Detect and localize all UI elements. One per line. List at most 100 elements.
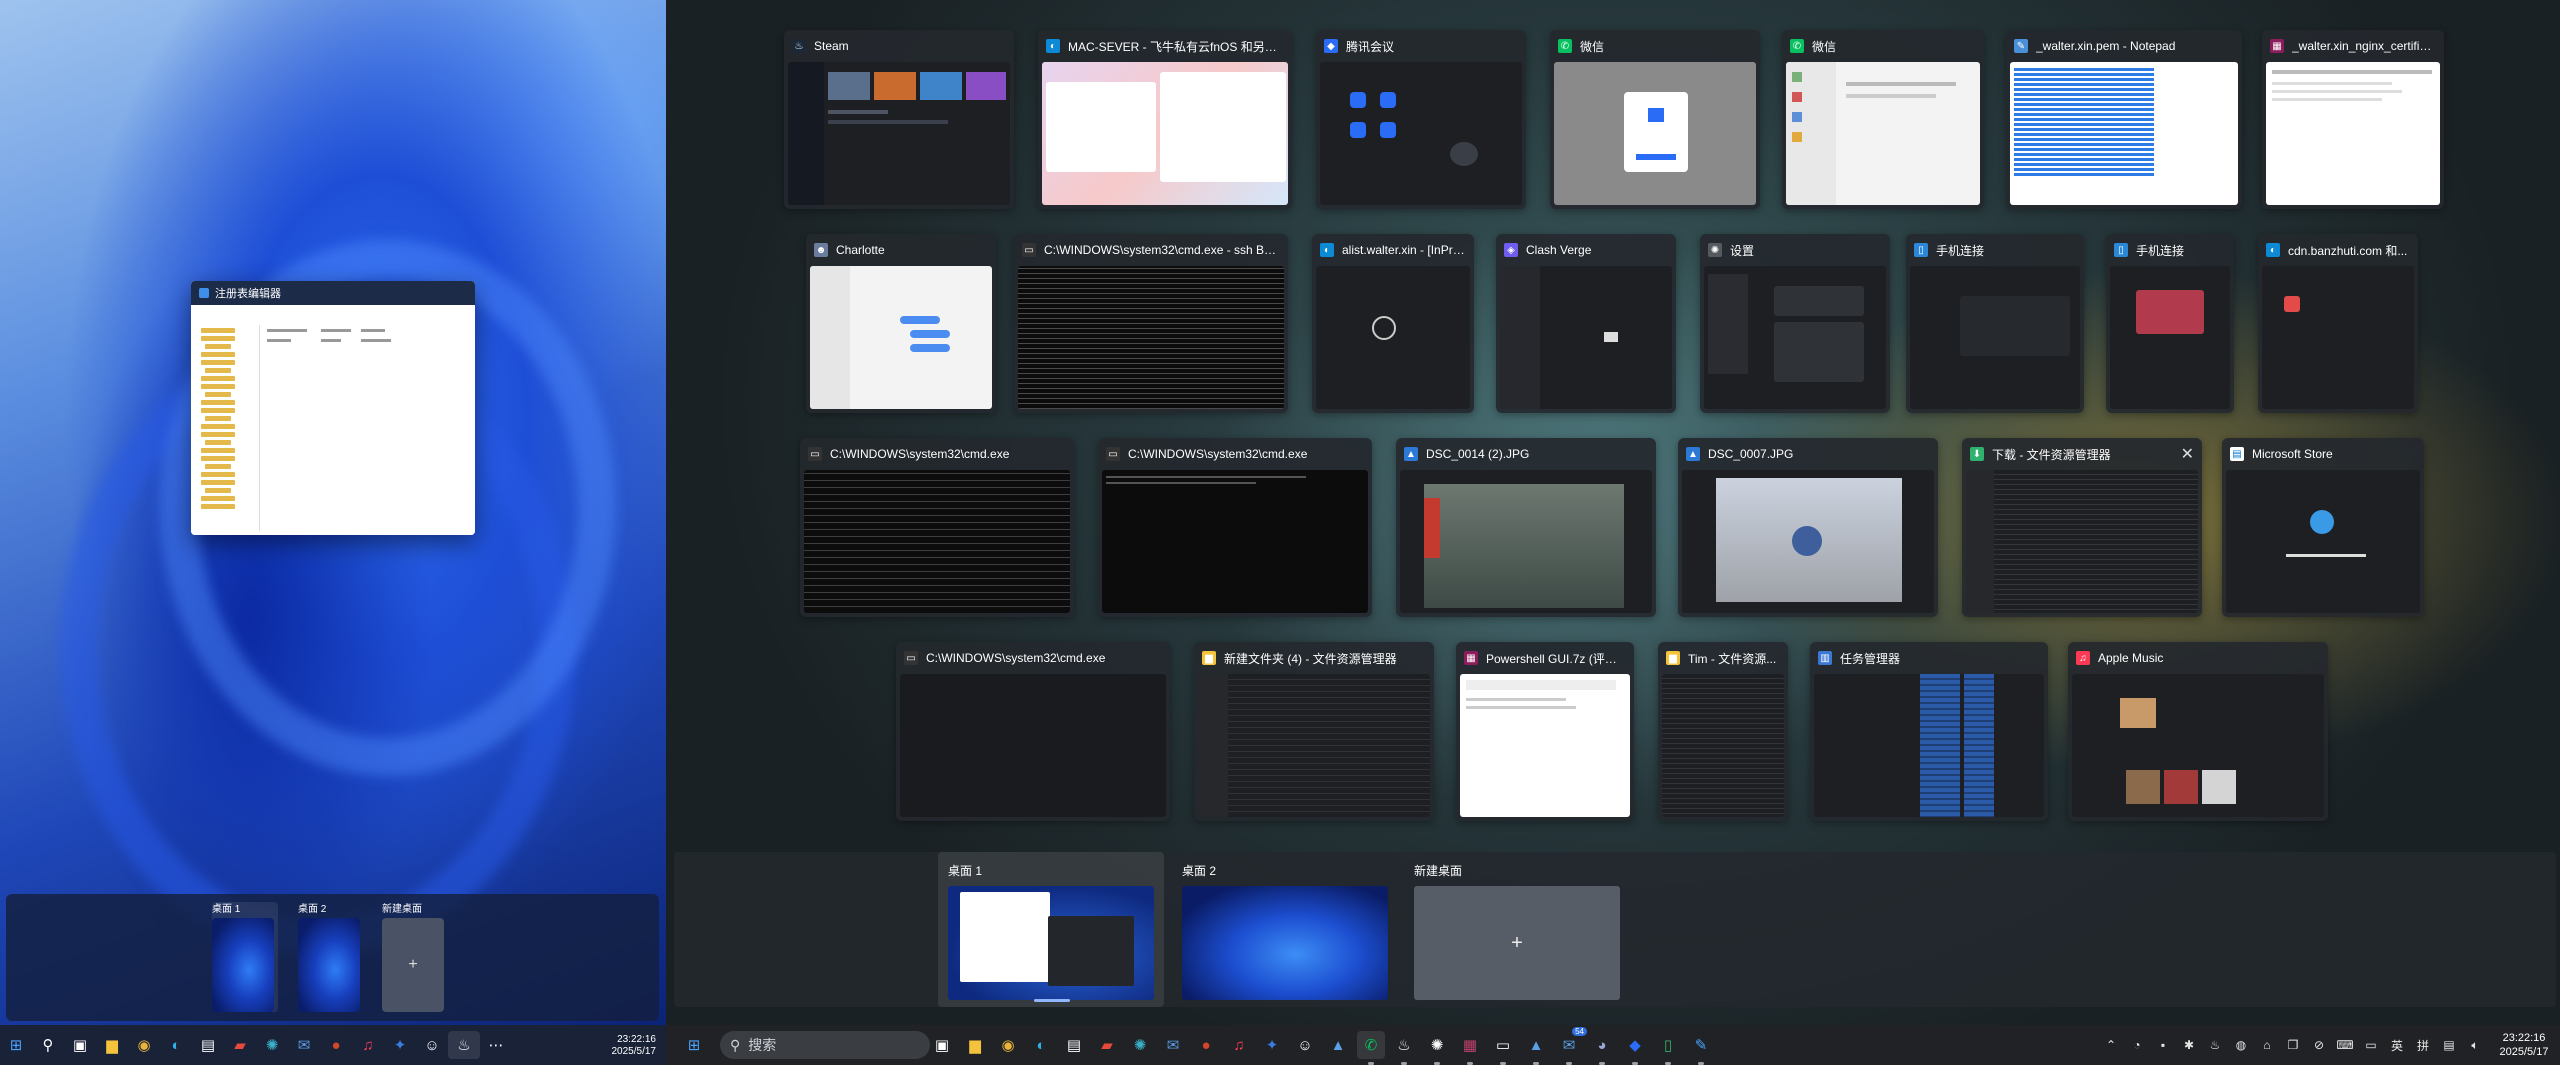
mail-icon[interactable]: ✉: [1159, 1031, 1187, 1059]
task-view-icon[interactable]: ▣: [64, 1031, 96, 1059]
task-window[interactable]: ▆ 新建文件夹 (4) - 文件资源管理器: [1194, 642, 1434, 821]
game-icon[interactable]: ▰: [1093, 1031, 1121, 1059]
mail-app-icon[interactable]: ✦: [384, 1031, 416, 1059]
chrome-icon[interactable]: ◉: [994, 1031, 1022, 1059]
regedit-titlebar[interactable]: 注册表编辑器: [191, 281, 475, 305]
game-icon[interactable]: ▰: [224, 1031, 256, 1059]
chevron-up-icon[interactable]: ⌃: [2098, 1038, 2124, 1052]
file-explorer-icon[interactable]: ▆: [96, 1031, 128, 1059]
edge-icon[interactable]: ◐: [160, 1031, 192, 1059]
music-icon[interactable]: ♫: [352, 1031, 384, 1059]
winrar-icon[interactable]: ▦: [1456, 1031, 1484, 1065]
ime-input[interactable]: 拼: [2410, 1037, 2436, 1054]
contact-icon[interactable]: ☺: [1291, 1031, 1319, 1059]
wechat-icon[interactable]: ✆: [1357, 1031, 1385, 1065]
task-window[interactable]: ▭ C:\WINDOWS\system32\cmd.exe: [1098, 438, 1372, 617]
task-window[interactable]: ✆ 微信: [1782, 30, 1984, 209]
task-window[interactable]: ◈ Clash Verge: [1496, 234, 1676, 413]
chat-icon[interactable]: ✉ 54: [1555, 1027, 1587, 1065]
task-window[interactable]: ▲ DSC_0007.JPG: [1678, 438, 1938, 617]
ime-mode[interactable]: 英: [2384, 1037, 2410, 1054]
task-window[interactable]: ▯ 手机连接: [2106, 234, 2234, 413]
game-icon[interactable]: ◕: [1588, 1031, 1616, 1065]
task-window[interactable]: ✎ _walter.xin.pem - Notepad: [2006, 30, 2242, 209]
left-clock[interactable]: 23:22:16 2025/5/17: [612, 1034, 657, 1058]
file-explorer-icon[interactable]: ▆: [961, 1031, 989, 1059]
tencent-meeting-icon[interactable]: ◆: [1621, 1031, 1649, 1065]
window-title: 任务管理器: [1840, 651, 1901, 666]
desktop-2[interactable]: 桌面 2: [1172, 852, 1398, 1007]
chrome-icon[interactable]: ◉: [128, 1031, 160, 1059]
phone-link-icon[interactable]: ▯: [1654, 1031, 1682, 1065]
steam-icon[interactable]: ♨: [448, 1031, 480, 1059]
window-title: _walter.xin.pem - Notepad: [2036, 39, 2176, 53]
more-icon[interactable]: ⋯: [480, 1031, 512, 1059]
store-icon[interactable]: ▤: [1060, 1031, 1088, 1059]
task-window[interactable]: ▦ _walter.xin_nginx_certifica...: [2262, 30, 2444, 209]
left-desktop-2[interactable]: 桌面 2: [298, 902, 364, 1012]
settings-gear-icon[interactable]: ✺: [1126, 1031, 1154, 1059]
mail-app-icon[interactable]: ✦: [1258, 1031, 1286, 1059]
task-window[interactable]: ◐ alist.walter.xin - [InPriv...: [1312, 234, 1474, 413]
task-window[interactable]: ✺ 设置: [1700, 234, 1890, 413]
usb-icon[interactable]: ⌂: [2254, 1038, 2280, 1052]
task-window[interactable]: ▥ 任务管理器: [1810, 642, 2048, 821]
new-desktop[interactable]: 新建桌面 +: [1404, 852, 1630, 1007]
search-icon[interactable]: ⚲: [32, 1031, 64, 1059]
photos-icon[interactable]: ▲: [1522, 1031, 1550, 1065]
cmd-icon[interactable]: ▭: [1489, 1031, 1517, 1065]
keyboard-icon[interactable]: ⌨: [2332, 1038, 2358, 1052]
settings-gear-icon[interactable]: ✺: [256, 1031, 288, 1059]
task-window[interactable]: ▯ 手机连接: [1906, 234, 2084, 413]
clock-time: 23:22:16: [2502, 1032, 2546, 1044]
clock[interactable]: 23:22:16 2025/5/17: [2488, 1031, 2560, 1059]
left-desktop-1[interactable]: 桌面 1: [212, 902, 278, 1012]
powerpoint-icon[interactable]: ●: [1192, 1031, 1220, 1059]
display-icon[interactable]: ▭: [2358, 1038, 2384, 1052]
window-preview: [1966, 470, 2198, 613]
tray-app-icon[interactable]: ◍: [2228, 1038, 2254, 1052]
task-window[interactable]: ☻ Charlotte: [806, 234, 996, 413]
task-window[interactable]: ✆ 微信: [1550, 30, 1760, 209]
task-window[interactable]: ▭ C:\WINDOWS\system32\cmd.exe - ssh BGAT.…: [1014, 234, 1288, 413]
edge-icon[interactable]: ◐: [1027, 1031, 1055, 1059]
search-input[interactable]: ⚲ 搜索: [720, 1031, 930, 1059]
steam-icon[interactable]: ♨: [2202, 1038, 2228, 1052]
task-window[interactable]: ◐ cdn.banzhuti.com 和...: [2258, 234, 2418, 413]
task-window[interactable]: ⬇ 下载 - 文件资源管理器 ✕: [1962, 438, 2202, 617]
regedit-key-tree[interactable]: [195, 325, 260, 531]
powerpoint-icon[interactable]: ●: [320, 1031, 352, 1059]
mail-icon[interactable]: ✉: [288, 1031, 320, 1059]
task-window[interactable]: ▦ Powershell GUI.7z (评估版...: [1456, 642, 1634, 821]
close-icon[interactable]: ✕: [2181, 444, 2194, 464]
task-window[interactable]: ▭ C:\WINDOWS\system32\cmd.exe: [896, 642, 1170, 821]
tray-app-icon[interactable]: ◔: [2124, 1038, 2150, 1052]
store-icon[interactable]: ▤: [192, 1031, 224, 1059]
windows-start-icon[interactable]: ⊞: [0, 1031, 32, 1059]
task-window[interactable]: ◆ 腾讯会议: [1316, 30, 1526, 209]
task-window[interactable]: ▆ Tim - 文件资源...: [1658, 642, 1788, 821]
photos-icon[interactable]: ▲: [1324, 1031, 1352, 1059]
network-icon[interactable]: ▤: [2436, 1038, 2462, 1052]
tray-app-icon[interactable]: ▪: [2150, 1038, 2176, 1052]
copy-icon[interactable]: ❐: [2280, 1038, 2306, 1052]
task-window[interactable]: ▤ Microsoft Store: [2222, 438, 2424, 617]
task-window[interactable]: ▭ C:\WINDOWS\system32\cmd.exe: [800, 438, 1074, 617]
task-view-icon[interactable]: ▣: [928, 1031, 956, 1059]
tray-app-icon[interactable]: ⊘: [2306, 1038, 2332, 1052]
notepad-icon[interactable]: ✎: [1687, 1031, 1715, 1065]
contact-icon[interactable]: ☺: [416, 1031, 448, 1059]
music-icon[interactable]: ♫: [1225, 1031, 1253, 1059]
bluetooth-icon[interactable]: ✱: [2176, 1038, 2202, 1052]
windows-start-icon[interactable]: ⊞: [680, 1031, 708, 1059]
task-window[interactable]: ▲ DSC_0014 (2).JPG: [1396, 438, 1656, 617]
task-window[interactable]: ♨ Steam: [784, 30, 1014, 209]
task-window[interactable]: ◐ MAC-SEVER - 飞牛私有云fnOS 和另外 46...: [1038, 30, 1292, 209]
steam-icon[interactable]: ♨: [1390, 1031, 1418, 1065]
desktop-1[interactable]: 桌面 1: [938, 852, 1164, 1007]
regedit-window[interactable]: 注册表编辑器: [191, 281, 475, 535]
volume-icon[interactable]: 🔈︎: [2462, 1038, 2488, 1053]
settings-gear-icon[interactable]: ✺: [1423, 1031, 1451, 1065]
left-new-desktop[interactable]: 新建桌面 +: [382, 902, 448, 1012]
task-window[interactable]: ♫ Apple Music: [2068, 642, 2328, 821]
